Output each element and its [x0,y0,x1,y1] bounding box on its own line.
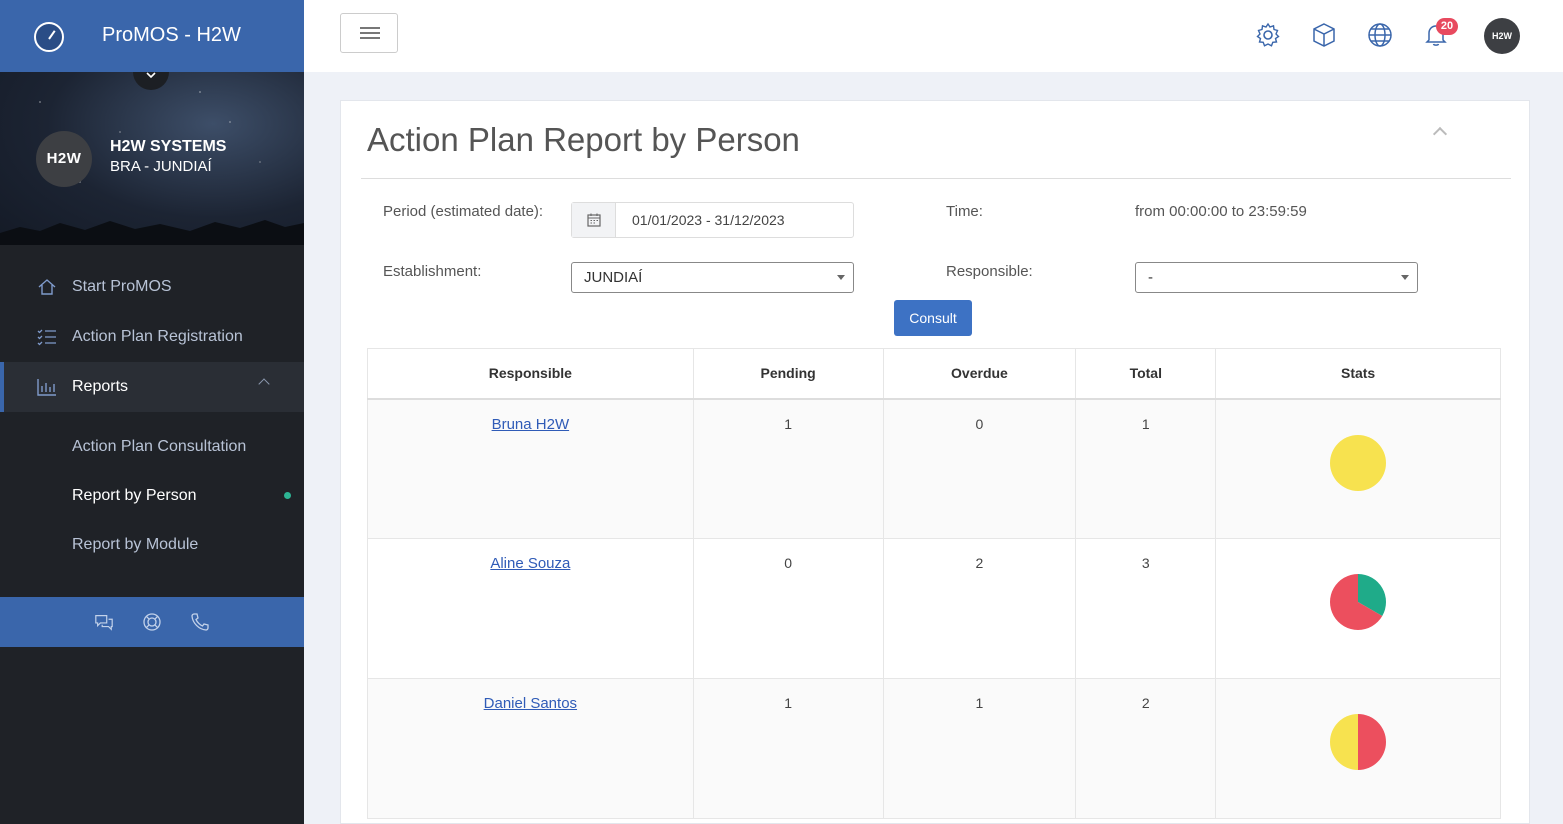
sidebar-item-label: Start ProMOS [72,278,172,295]
report-card: Action Plan Report by Person Period (est… [340,100,1530,824]
responsible-link[interactable]: Bruna H2W [492,416,570,433]
sidebar-footer-bar [0,597,304,647]
pie-slice-overdue [1358,714,1387,770]
caret-down-icon [837,275,845,280]
sidebar-subitem-label: Action Plan Consultation [72,437,247,455]
company-location: BRA - JUNDIAÍ [110,158,212,175]
cell-stats [1215,678,1501,819]
sidebar-item-label: Reports [72,378,129,395]
sidebar-subitem-label: Report by Person [72,486,197,504]
home-icon [36,276,58,298]
notification-count-badge: 20 [1436,18,1458,35]
pie-slice-pending [1330,434,1387,491]
sidebar-item-reports[interactable]: Reports [0,362,304,412]
time-value: from 00:00:00 to 23:59:59 [1135,203,1307,220]
sidebar-subitem-label: Report by Module [72,535,199,553]
sidebar-item-action-plan-registration[interactable]: Action Plan Registration [0,312,304,362]
cell-total: 3 [1075,538,1217,679]
gear-icon[interactable] [1254,21,1282,49]
hamburger-icon-line [360,37,380,39]
list-check-icon [36,326,58,348]
hamburger-icon-line [360,32,380,34]
sidebar-subitem-report-by-person[interactable]: Report by Person [0,471,304,520]
hamburger-icon-line [360,27,380,29]
column-header-total[interactable]: Total [1075,348,1217,400]
responsible-link[interactable]: Daniel Santos [484,695,577,712]
brand-bar: ProMOS - H2W [0,0,304,72]
pie-slice-pending [1330,714,1359,770]
chevron-up-icon[interactable] [1432,126,1448,142]
cube-icon[interactable] [1310,21,1338,49]
table-header-row: Responsible Pending Overdue Total Stats [367,348,1501,400]
profile-panel: H2W H2W SYSTEMS BRA - JUNDIAÍ [0,72,304,245]
speedometer-logo-icon [34,22,64,52]
cell-responsible: Aline Souza [367,538,694,679]
cell-pending: 1 [692,398,884,539]
chevron-down-icon [146,72,156,79]
establishment-selected-value: JUNDIAÍ [584,269,643,286]
stats-pie-chart [1330,714,1387,770]
consult-button[interactable]: Consult [894,300,972,336]
responsible-select[interactable]: - [1135,262,1418,293]
report-table: Responsible Pending Overdue Total Stats … [367,348,1501,819]
company-name: H2W SYSTEMS [110,138,227,155]
cell-overdue: 1 [882,678,1077,819]
chevron-up-icon [258,378,270,390]
sidebar-item-label: Action Plan Registration [72,328,243,345]
cell-responsible: Bruna H2W [367,398,694,539]
sidebar-subitem-action-plan-consultation[interactable]: Action Plan Consultation [0,422,304,471]
lifebuoy-icon[interactable] [142,612,162,632]
page-title: Action Plan Report by Person [367,121,800,158]
company-avatar[interactable]: H2W [36,131,92,187]
mountain-silhouette [0,220,304,245]
calendar-icon [572,203,616,237]
sidebar-item-start-promos[interactable]: Start ProMOS [0,262,304,312]
column-header-overdue[interactable]: Overdue [882,348,1077,400]
phone-icon[interactable] [190,612,210,632]
column-header-responsible[interactable]: Responsible [367,348,694,400]
title-divider [361,178,1511,179]
time-label: Time: [946,203,983,220]
cell-overdue: 0 [882,398,1077,539]
column-header-stats[interactable]: Stats [1215,348,1501,400]
reports-submenu: Action Plan Consultation Report by Perso… [0,412,304,569]
cell-total: 1 [1075,398,1217,539]
menu-toggle-button[interactable] [340,13,398,53]
responsible-link[interactable]: Aline Souza [490,555,570,572]
bar-chart-icon [36,376,58,398]
sidebar: ProMOS - H2W H2W H2W SYSTEMS BRA - JUNDI… [0,0,304,824]
responsible-label: Responsible: [946,263,1033,280]
stats-pie-chart [1330,574,1387,630]
chat-icon[interactable] [94,612,114,632]
caret-down-icon [1401,275,1409,280]
period-date-range-value: 01/01/2023 - 31/12/2023 [632,212,785,228]
active-indicator-dot [284,492,291,499]
table-row: Bruna H2W 1 0 1 [367,398,1501,539]
stats-pie-chart [1330,434,1387,491]
app-title: ProMOS - H2W [102,24,241,46]
period-label: Period (estimated date): [383,203,544,220]
responsible-selected-value: - [1148,269,1153,286]
establishment-select[interactable]: JUNDIAÍ [571,262,854,293]
table-row: Daniel Santos 1 1 2 [367,678,1501,819]
cell-stats [1215,398,1501,539]
cell-pending: 1 [692,678,884,819]
cell-responsible: Daniel Santos [367,678,694,819]
cell-total: 2 [1075,678,1217,819]
cell-pending: 0 [692,538,884,679]
sidebar-menu: Start ProMOS Action Plan Registration Re… [0,262,304,569]
sidebar-subitem-report-by-module[interactable]: Report by Module [0,520,304,569]
establishment-label: Establishment: [383,263,482,280]
period-date-range-field[interactable]: 01/01/2023 - 31/12/2023 [571,202,854,238]
globe-icon[interactable] [1366,21,1394,49]
column-header-pending[interactable]: Pending [692,348,884,400]
user-avatar[interactable]: H2W [1484,18,1520,54]
cell-overdue: 2 [882,538,1077,679]
table-row: Aline Souza 0 2 3 [367,538,1501,679]
cell-stats [1215,538,1501,679]
